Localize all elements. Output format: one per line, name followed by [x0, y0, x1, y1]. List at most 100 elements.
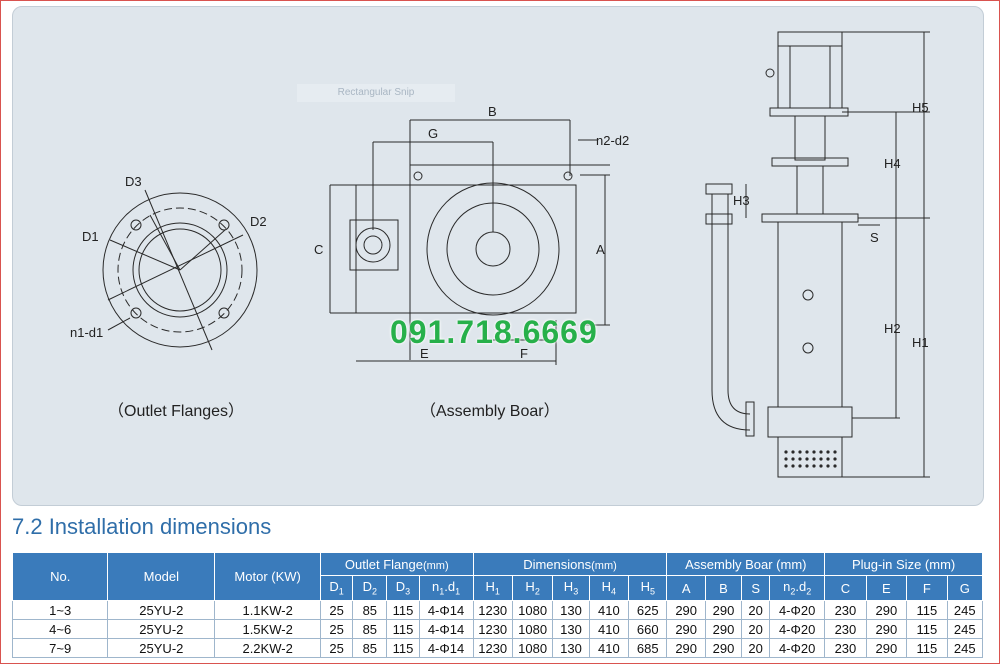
table-cell: 290 [865, 600, 908, 620]
subheader-h5: H5 [628, 575, 668, 601]
caption-assembly-boar: （Assembly Boar） [420, 403, 560, 420]
label-d1: D1 [82, 229, 99, 244]
table-cell: 230 [824, 600, 867, 620]
table-cell: 1230 [472, 619, 513, 639]
table-cell: 20 [741, 600, 771, 620]
table-cell: 25 [320, 619, 354, 639]
table-cell: 115 [386, 619, 420, 639]
table-cell: 25YU-2 [107, 619, 216, 639]
label-h1: H1 [912, 335, 929, 350]
subheader-n2d2: n2.d2 [769, 575, 826, 601]
label-h5: H5 [912, 100, 929, 115]
table-cell: 1~3 [11, 600, 109, 620]
header-plugin-size: Plug-in Size (mm) [824, 552, 983, 576]
table-cell: 245 [946, 600, 984, 620]
table-cell: 85 [352, 638, 388, 658]
table-cell: 25 [320, 638, 354, 658]
table-row: 1~3 25YU-2 1.1KW-2 25 85 115 4-Φ14 1230 1080 130 4… [11, 600, 984, 620]
table-cell: 660 [628, 619, 668, 639]
table-cell: 290 [704, 638, 743, 658]
label-s: S [870, 230, 879, 245]
table-cell: 130 [552, 638, 590, 658]
header-dimensions: Dimensions(mm) [472, 552, 668, 576]
subheader-e: E [865, 575, 908, 601]
table-cell: 245 [946, 638, 984, 658]
subheader-b: B [704, 575, 743, 601]
caption-outlet-flanges: （Outlet Flanges） [108, 403, 245, 420]
table-cell: 85 [352, 619, 388, 639]
table-cell: 685 [628, 638, 668, 658]
table-cell: 625 [628, 600, 668, 620]
outlet-flange-drawing [102, 189, 258, 351]
label-h3: H3 [733, 193, 750, 208]
table-cell: 1080 [511, 619, 554, 639]
table-cell: 290 [666, 600, 706, 620]
table-cell: 4-Φ14 [418, 619, 474, 639]
label-h4: H4 [884, 156, 901, 171]
subheader-g: G [946, 575, 984, 601]
header-dimensions-label: Dimensions [523, 556, 592, 572]
table-cell: 290 [704, 619, 743, 639]
table-cell: 4~6 [11, 619, 109, 639]
section-title: 7.2 Installation dimensions [12, 514, 272, 539]
table-cell: 4-Φ20 [769, 600, 826, 620]
table-header-group-row: No. Model Motor (KW) Outlet Flange(mm) D… [11, 552, 983, 601]
header-outlet-flange-label: Outlet Flange [344, 556, 423, 572]
table-cell: 25YU-2 [107, 600, 216, 620]
label-d2: D2 [250, 214, 267, 229]
subheader-c: C [824, 575, 867, 601]
table-cell: 4-Φ20 [769, 638, 826, 658]
subheader-f: F [906, 575, 948, 601]
subheader-d1: D1 [320, 575, 354, 601]
table-cell: 115 [906, 619, 948, 639]
table-cell: 290 [865, 619, 908, 639]
subheader-d2: D2 [352, 575, 388, 601]
subheader-d3: D3 [386, 575, 420, 601]
table-cell: 20 [741, 619, 771, 639]
subheader-h2: H2 [511, 575, 554, 601]
subheader-a: A [666, 575, 706, 601]
table-cell: 2.2KW-2 [214, 638, 322, 658]
table-cell: 130 [552, 600, 590, 620]
header-assembly-boar: Assembly Boar (mm) [666, 552, 826, 576]
label-b: B [488, 104, 497, 119]
table-cell: 1080 [511, 638, 554, 658]
table-cell: 7~9 [11, 638, 109, 658]
table-row: 7~9 25YU-2 2.2KW-2 25 85 115 4-Φ14 1230 1080 130 4… [11, 638, 984, 658]
table-cell: 230 [824, 638, 867, 658]
table-body: 1~3 25YU-2 1.1KW-2 25 85 115 4-Φ14 1230 1080 130 4… [11, 600, 984, 658]
table-cell: 115 [386, 600, 420, 620]
label-g: G [428, 126, 438, 141]
technical-drawings: D3 D2 D1 n1-d1 B G n2-d2 C A E F H5 H4 H… [70, 31, 930, 478]
subheader-n1d1: n1.d1 [418, 575, 474, 601]
table-cell: 1080 [511, 600, 554, 620]
subheader-s: S [741, 575, 771, 601]
table-cell: 4-Φ20 [769, 619, 826, 639]
label-a: A [596, 242, 605, 257]
table-cell: 290 [666, 638, 706, 658]
table-cell: 115 [906, 638, 948, 658]
table-cell: 25YU-2 [107, 638, 216, 658]
header-outlet-flange-unit: (mm) [422, 559, 449, 572]
table-cell: 230 [824, 619, 867, 639]
header-model: Model [107, 552, 216, 601]
table-cell: 4-Φ14 [418, 638, 474, 658]
subheader-h1: H1 [472, 575, 513, 601]
table-cell: 290 [704, 600, 743, 620]
pump-strainer [784, 450, 837, 468]
table-cell: 115 [386, 638, 420, 658]
table-cell: 1.5KW-2 [214, 619, 322, 639]
subheader-h3: H3 [552, 575, 590, 601]
table-cell: 1.1KW-2 [214, 600, 322, 620]
table-row: 4~6 25YU-2 1.5KW-2 25 85 115 4-Φ14 1230 1080 130 4… [11, 619, 984, 639]
table-cell: 410 [588, 638, 630, 658]
label-n1d1: n1-d1 [70, 325, 103, 340]
label-h2: H2 [884, 321, 901, 336]
table-cell: 4-Φ14 [418, 600, 474, 620]
phone-number-watermark: 091.718.6669 [390, 314, 598, 350]
label-c: C [314, 242, 323, 257]
installation-dimensions-table: No. Model Motor (KW) Outlet Flange(mm) D… [11, 552, 984, 658]
header-motor: Motor (KW) [214, 552, 322, 601]
table-cell: 1230 [472, 600, 513, 620]
pump-drawing [705, 31, 930, 478]
